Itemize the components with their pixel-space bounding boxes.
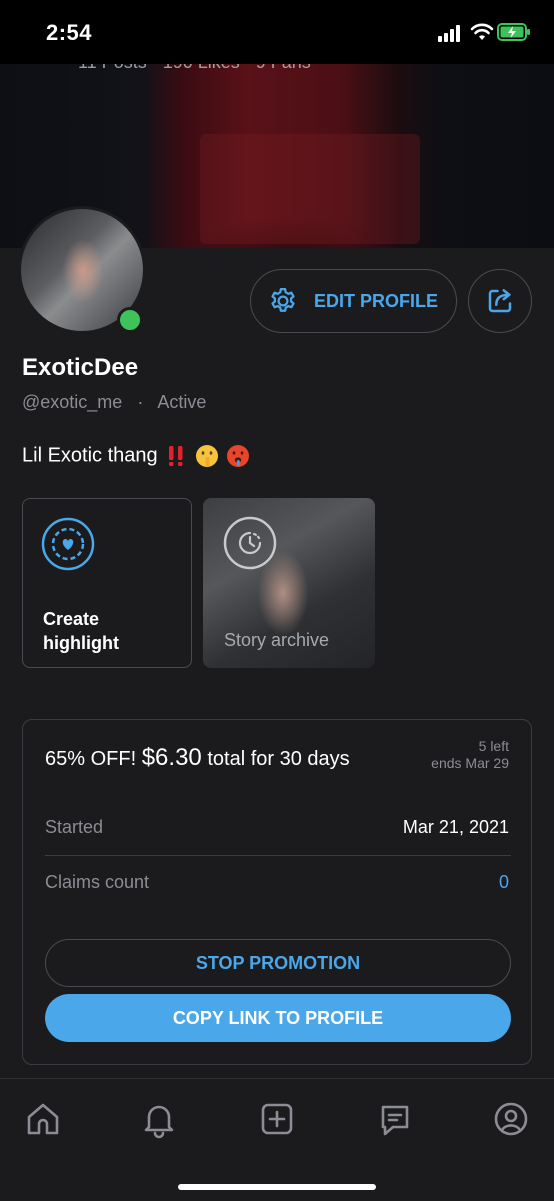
gear-icon bbox=[271, 288, 295, 312]
double-exclamation-icon bbox=[169, 446, 183, 466]
profile-bio: Lil Exotic thang bbox=[22, 444, 250, 468]
add-highlight-icon bbox=[41, 517, 95, 571]
profile-name: ExoticDee bbox=[22, 354, 139, 381]
cellular-signal-icon bbox=[438, 25, 460, 42]
story-archive-label: Story archive bbox=[224, 630, 330, 650]
messages-icon[interactable] bbox=[375, 1099, 415, 1139]
promotion-discount: 65% OFF! bbox=[45, 748, 137, 770]
promotion-remaining: 5 left ends Mar 29 bbox=[431, 738, 509, 772]
story-archive-card[interactable]: Story archive bbox=[203, 498, 375, 668]
profile-status: Active bbox=[157, 392, 207, 412]
separator-dot: · bbox=[137, 392, 144, 412]
claims-count-label: Claims count bbox=[45, 872, 150, 892]
bottom-nav bbox=[0, 1078, 554, 1201]
status-time: 2:54 bbox=[46, 20, 93, 45]
started-value: Mar 21, 2021 bbox=[402, 817, 509, 837]
online-status-dot bbox=[117, 307, 143, 333]
stop-promotion-button[interactable]: STOP PROMOTION bbox=[45, 939, 511, 987]
promotion-price: $6.30 bbox=[141, 744, 202, 771]
profile-icon[interactable] bbox=[491, 1099, 531, 1139]
promotion-duration: total for 30 days bbox=[207, 748, 350, 770]
wifi-icon bbox=[470, 23, 494, 40]
hot-face-icon bbox=[227, 445, 250, 467]
create-highlight-label: Create highlight bbox=[43, 609, 119, 653]
bio-text: Lil Exotic thang bbox=[22, 444, 158, 467]
handle-row: @exotic_me · Active bbox=[22, 392, 206, 413]
shushing-face-icon bbox=[195, 445, 218, 467]
add-post-icon[interactable] bbox=[257, 1099, 297, 1139]
share-icon bbox=[488, 289, 512, 313]
create-highlight-card[interactable]: Create highlight bbox=[22, 498, 192, 668]
bell-icon[interactable] bbox=[139, 1099, 179, 1139]
copy-link-button[interactable]: COPY LINK TO PROFILE bbox=[45, 994, 511, 1042]
promotion-title: 65% OFF! $6.30 total for 30 days bbox=[45, 744, 350, 772]
edit-profile-button[interactable]: EDIT PROFILE bbox=[250, 269, 457, 333]
claims-count-value[interactable]: 0 bbox=[499, 872, 509, 893]
promotion-card: 65% OFF! $6.30 total for 30 days 5 left … bbox=[22, 719, 532, 1065]
share-profile-button[interactable] bbox=[468, 269, 532, 333]
started-label: Started bbox=[45, 817, 104, 837]
battery-charging-icon bbox=[497, 23, 530, 41]
edit-profile-label: EDIT PROFILE bbox=[314, 290, 439, 311]
promotion-divider bbox=[45, 855, 511, 856]
home-icon[interactable] bbox=[23, 1099, 63, 1139]
cover-stats-text: 11 Posts · 190 Likes · 9 Fans bbox=[78, 64, 311, 73]
promotion-end-date: ends Mar 29 bbox=[431, 755, 509, 771]
clock-archive-icon bbox=[223, 516, 277, 570]
promotion-remaining-count: 5 left bbox=[478, 738, 509, 754]
home-indicator bbox=[178, 1184, 376, 1190]
cover-photo-detail bbox=[200, 134, 420, 244]
profile-handle: @exotic_me bbox=[22, 392, 123, 412]
